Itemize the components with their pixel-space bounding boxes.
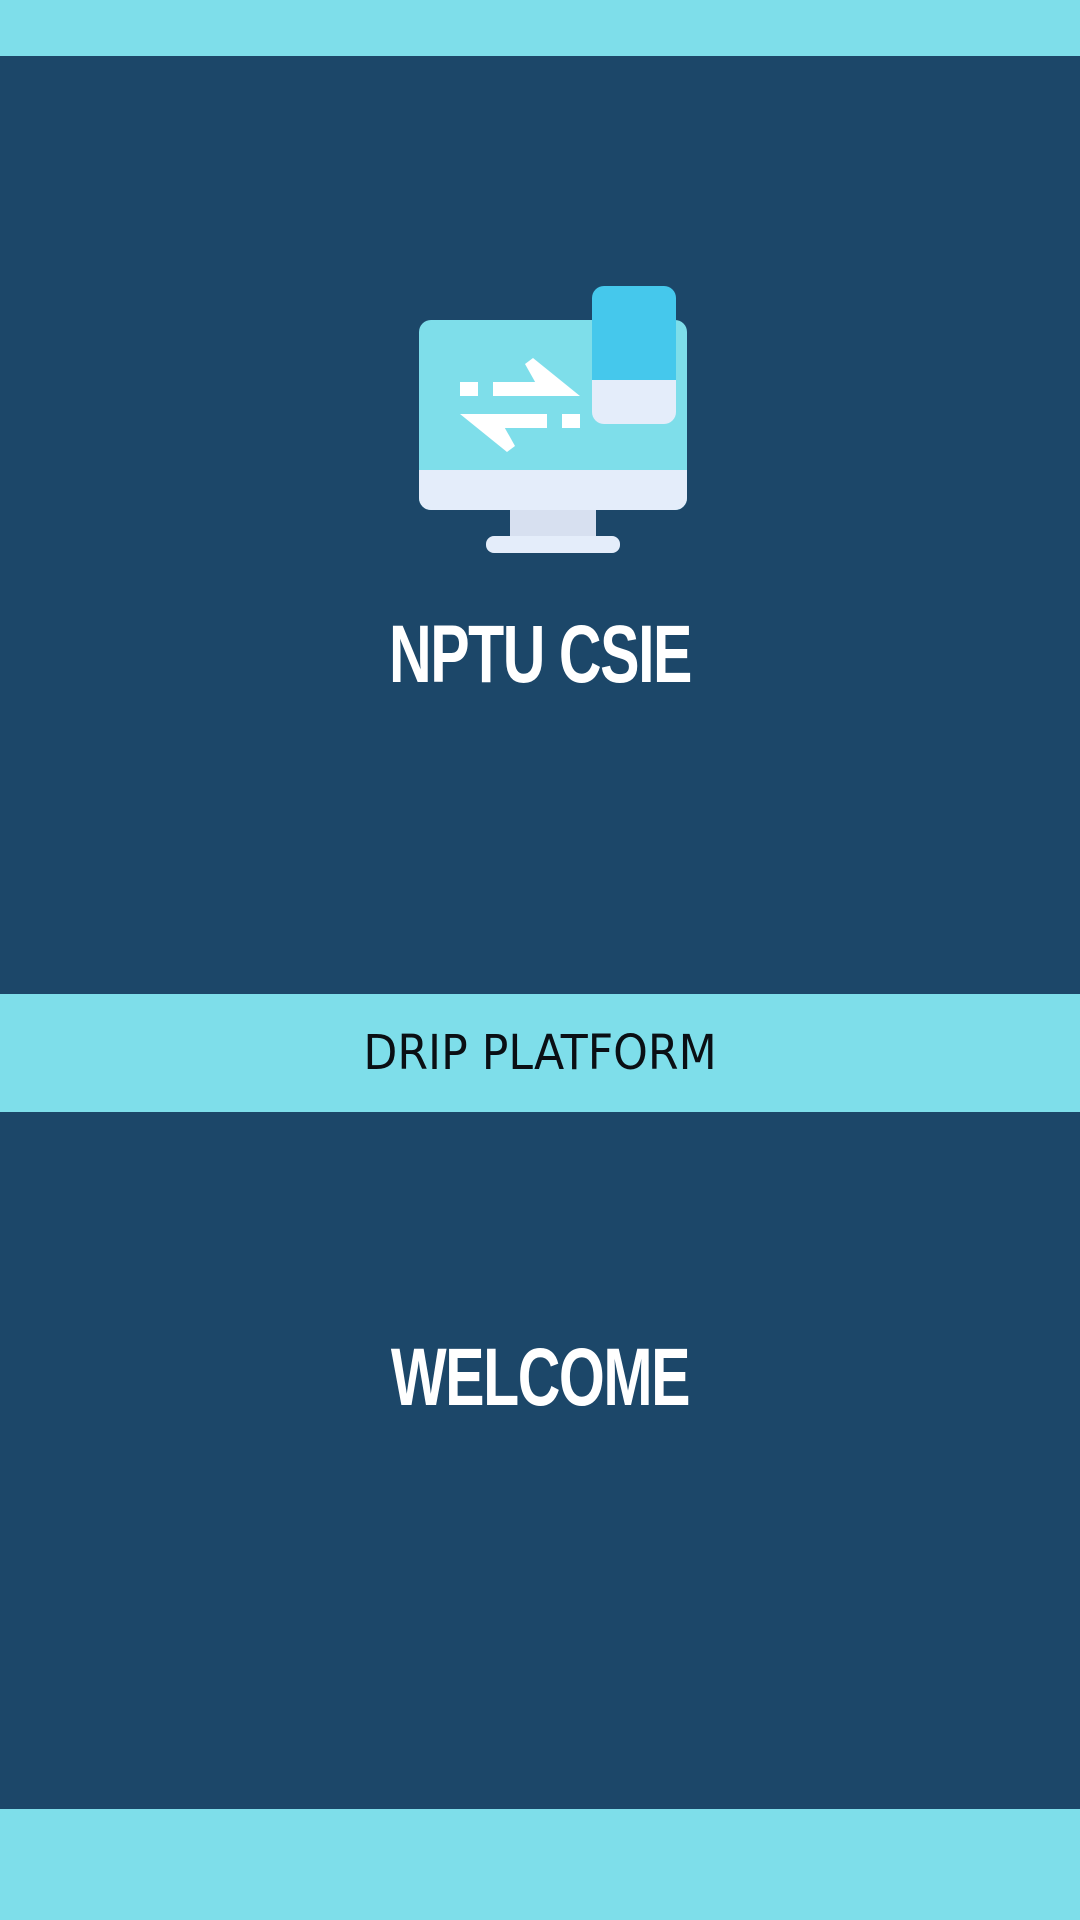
welcome-text: WELCOME <box>390 1332 691 1423</box>
org-title: NPTU CSIE <box>389 609 692 700</box>
bottom-bar <box>0 1809 1080 1920</box>
computer-transfer-icon <box>415 284 691 558</box>
platform-label: DRIP PLATFORM <box>363 1025 717 1081</box>
platform-banner: DRIP PLATFORM <box>0 994 1080 1112</box>
top-bar <box>0 0 1080 56</box>
